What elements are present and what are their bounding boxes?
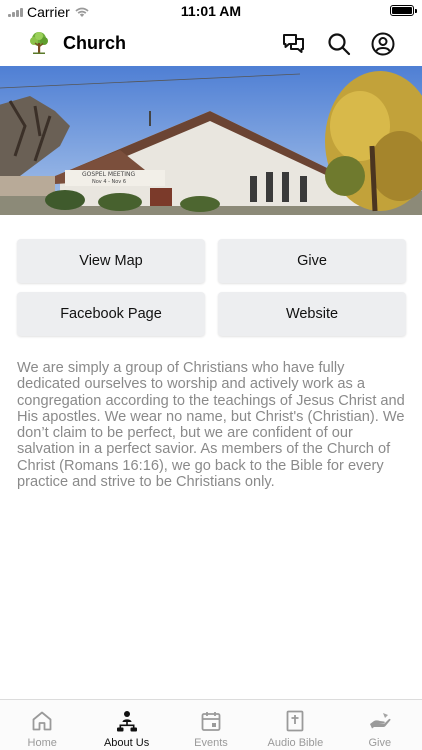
battery-icon (390, 5, 417, 16)
tab-give[interactable]: Give (338, 700, 422, 750)
tab-audio-bible-label: Audio Bible (267, 737, 324, 749)
bible-icon (286, 710, 304, 732)
tab-audio-bible[interactable]: Audio Bible (253, 700, 337, 750)
church-photo: GOSPEL MEETING Nov 4 - Nov 6 (0, 66, 422, 215)
view-map-button[interactable]: View Map (17, 239, 205, 283)
tab-events[interactable]: Events (169, 700, 253, 750)
website-button[interactable]: Website (218, 292, 406, 336)
app-header: Church (0, 22, 422, 66)
people-icon (116, 711, 137, 732)
tree-logo-icon (30, 32, 48, 54)
svg-text:Nov 4 - Nov 6: Nov 4 - Nov 6 (92, 179, 126, 185)
tab-give-label: Give (368, 737, 392, 749)
facebook-page-button[interactable]: Facebook Page (17, 292, 205, 336)
tab-home[interactable]: Home (0, 700, 84, 750)
page-title: Church (63, 33, 126, 53)
status-time: 11:01 AM (180, 3, 242, 19)
tab-home-label: Home (27, 737, 57, 749)
give-hand-icon (369, 713, 391, 729)
give-button[interactable]: Give (218, 239, 406, 283)
tab-bar: Home About Us Events Audio Bible Give (0, 699, 422, 750)
tab-about-us[interactable]: About Us (84, 700, 168, 750)
svg-text:GOSPEL MEETING: GOSPEL MEETING (82, 171, 136, 178)
profile-icon[interactable] (370, 31, 396, 57)
about-description: We are simply a group of Christians who … (17, 360, 405, 491)
calendar-icon (201, 712, 221, 731)
status-bar: Carrier 11:01 AM (0, 0, 422, 22)
search-icon[interactable] (326, 31, 352, 57)
chat-icon[interactable] (281, 31, 307, 57)
tab-events-label: Events (194, 737, 228, 749)
home-icon (32, 711, 52, 731)
tab-about-us-label: About Us (103, 737, 150, 749)
